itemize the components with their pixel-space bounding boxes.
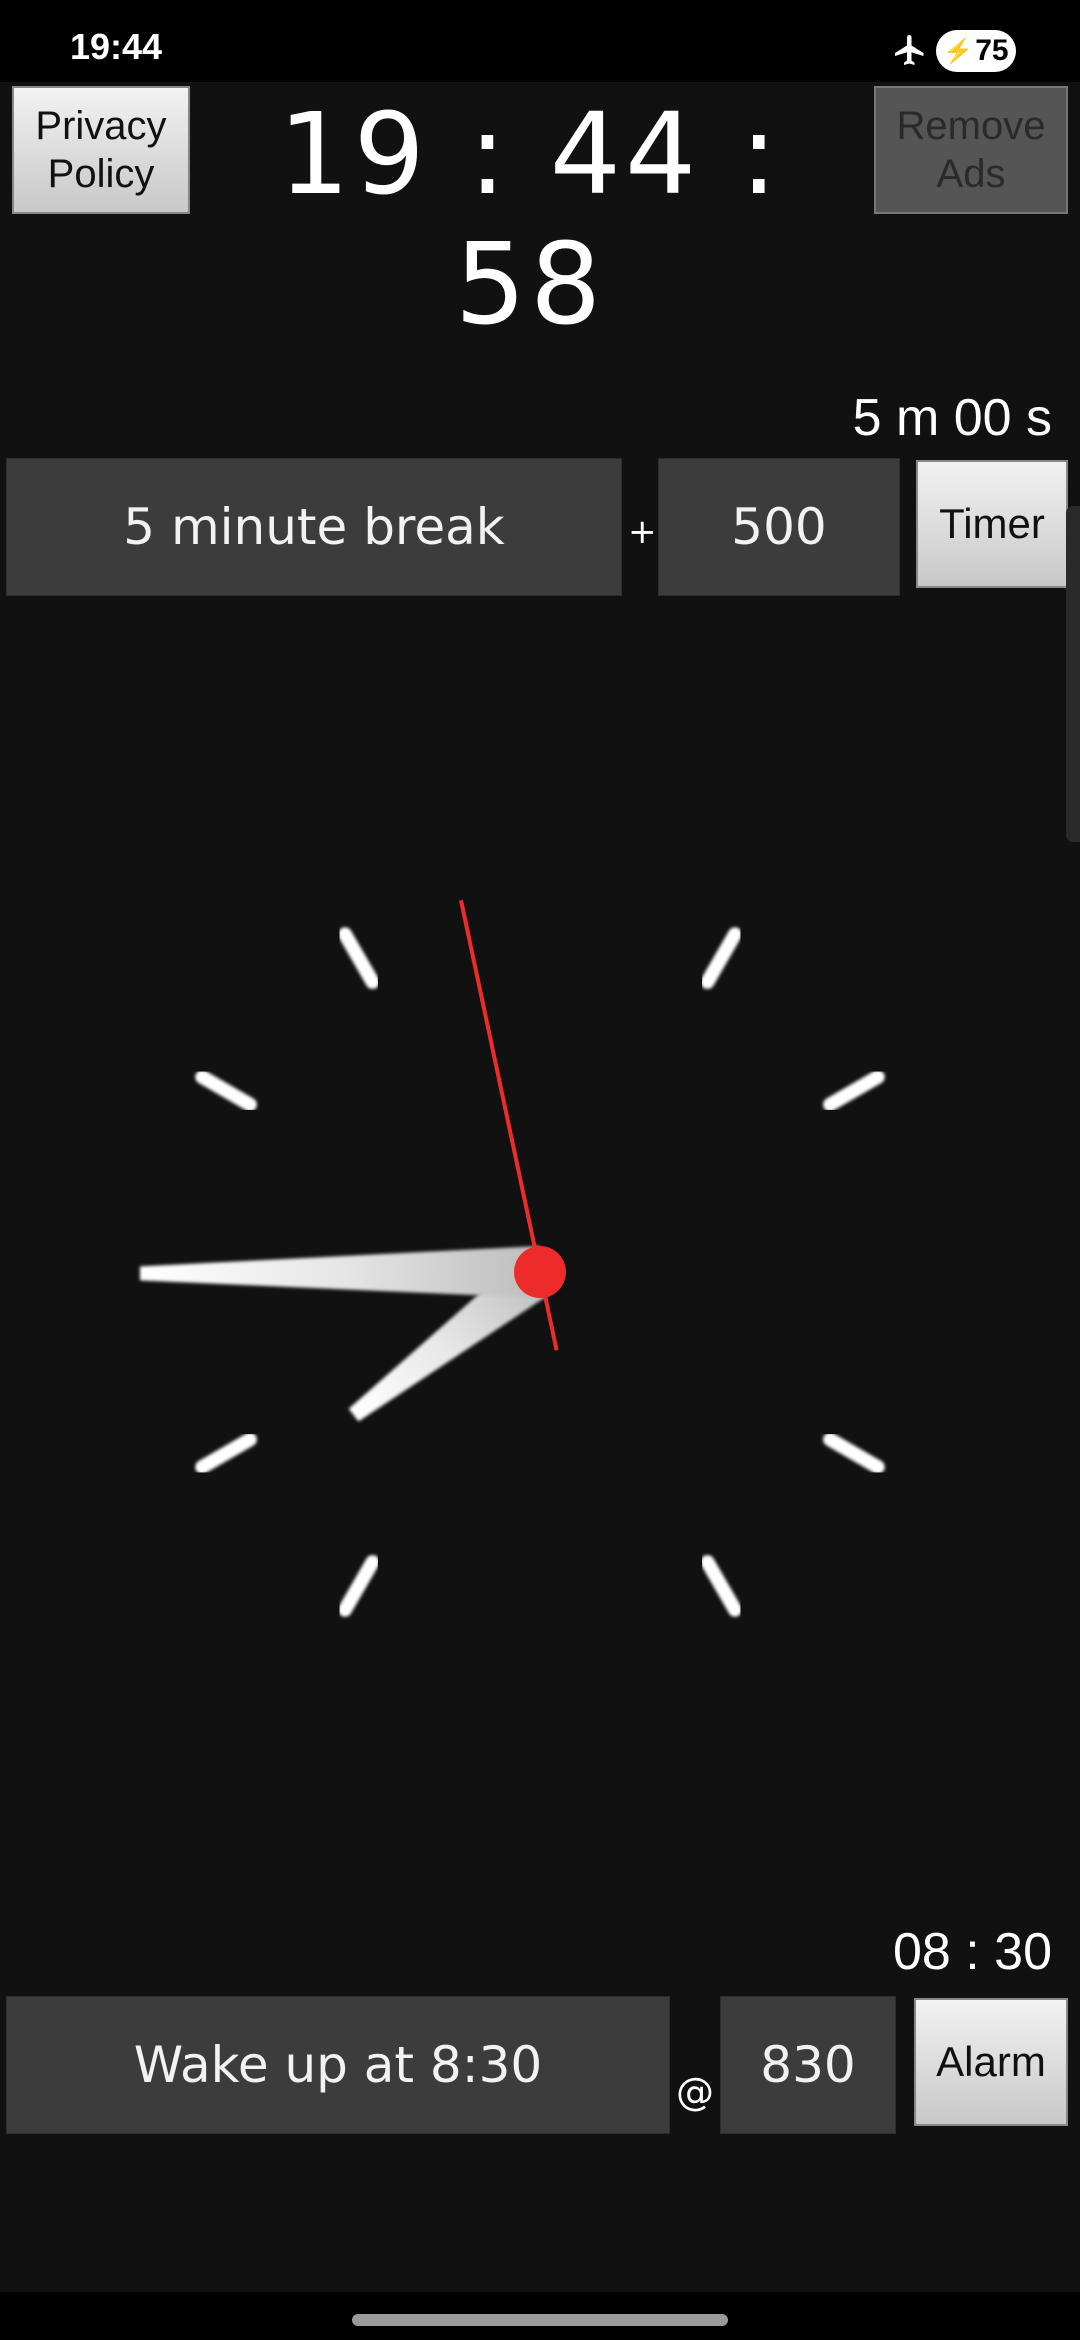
- digital-clock: 19 : 44 : 58: [278, 90, 782, 350]
- alarm-button-label: Alarm: [936, 2038, 1046, 2085]
- clock-tick: [338, 1555, 380, 1617]
- clock-tick: [338, 927, 380, 989]
- timer-button-label: Timer: [939, 500, 1045, 547]
- clock-center-hub: [514, 1246, 566, 1298]
- status-bar: 19:44 ⚡ 75: [0, 0, 1080, 82]
- timer-plus-separator: +: [628, 512, 657, 552]
- privacy-policy-label: Privacy Policy: [35, 104, 167, 196]
- alarm-button[interactable]: Alarm: [914, 1998, 1068, 2126]
- battery-level: 75: [975, 34, 1009, 67]
- alarm-label-value: Wake up at 8:30: [133, 2036, 543, 2094]
- clock-tick: [700, 1555, 742, 1617]
- navigation-bar: [0, 2292, 1080, 2340]
- alarm-set-time: 08 : 30: [892, 1923, 1052, 1981]
- alarm-label-input[interactable]: Wake up at 8:30: [6, 1996, 670, 2134]
- status-time: 19:44: [70, 26, 163, 67]
- clock-tick: [195, 1432, 257, 1474]
- app-content: Privacy Policy 19 : 44 : 58 Remove Ads 5…: [0, 82, 1080, 2292]
- scrollbar[interactable]: [1066, 506, 1080, 842]
- clock-tick: [823, 1432, 885, 1474]
- remove-ads-button[interactable]: Remove Ads: [874, 86, 1068, 214]
- timer-label-input[interactable]: 5 minute break: [6, 458, 622, 596]
- home-gesture-handle[interactable]: [352, 2314, 728, 2326]
- remove-ads-label: Remove Ads: [896, 104, 1046, 196]
- privacy-policy-button[interactable]: Privacy Policy: [12, 86, 190, 214]
- charging-bolt-icon: ⚡: [943, 37, 974, 65]
- clock-tick: [700, 927, 742, 989]
- analog-clock: [139, 875, 937, 1669]
- battery-indicator: ⚡ 75: [936, 30, 1016, 72]
- alarm-at-separator: @: [676, 2070, 714, 2114]
- timer-button[interactable]: Timer: [916, 460, 1068, 588]
- timer-duration-input[interactable]: 500: [658, 458, 900, 596]
- timer-duration-value: 500: [731, 498, 827, 556]
- clock-tick: [195, 1070, 257, 1112]
- clock-tick: [823, 1070, 885, 1112]
- alarm-time-value: 830: [760, 2036, 856, 2094]
- airplane-icon: [895, 35, 924, 65]
- timer-label-value: 5 minute break: [123, 498, 505, 556]
- alarm-time-input[interactable]: 830: [720, 1996, 896, 2134]
- minute-hand: [139, 1246, 541, 1298]
- timer-remaining: 5 m 00 s: [852, 389, 1052, 447]
- clock-hands: [139, 899, 566, 1422]
